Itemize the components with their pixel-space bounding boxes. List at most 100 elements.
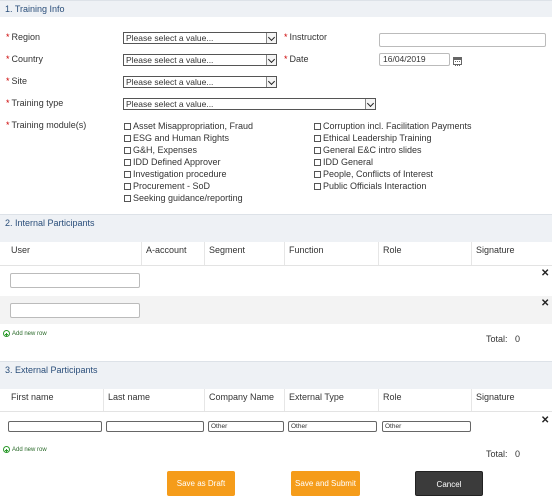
module-option[interactable]: Asset Misappropriation, Fraud (124, 121, 253, 131)
training-type-select-value: Please select a value... (126, 99, 214, 109)
internal-total: Total: 0 (486, 334, 520, 344)
site-select[interactable]: Please select a value... (123, 76, 277, 88)
date-label: * Date (284, 54, 309, 64)
column-divider (204, 242, 205, 265)
module-option[interactable]: Corruption incl. Facilitation Payments (314, 121, 472, 131)
close-icon[interactable]: ✕ (541, 298, 549, 309)
date-label-text: Date (289, 54, 309, 64)
module-option[interactable]: General E&C intro slides (314, 145, 422, 155)
instructor-input[interactable] (379, 33, 546, 47)
total-value: 0 (515, 334, 521, 344)
divider (0, 411, 552, 412)
column-divider (471, 242, 472, 265)
required-marker: * (284, 54, 288, 64)
module-option[interactable]: Investigation procedure (124, 169, 227, 179)
module-option-label: General E&C intro slides (323, 145, 422, 155)
required-marker: * (284, 32, 288, 42)
module-option[interactable]: ESG and Human Rights (124, 133, 229, 143)
role-input[interactable]: Other (382, 421, 471, 432)
checkbox[interactable] (124, 170, 131, 178)
column-divider (204, 389, 205, 411)
checkbox[interactable] (124, 182, 131, 190)
add-row-button[interactable]: Add new row (3, 330, 47, 337)
module-option[interactable]: IDD General (314, 157, 373, 167)
add-row-label: Add new row (12, 446, 47, 453)
training-type-label-text: Training type (11, 98, 64, 108)
module-option-label: Asset Misappropriation, Fraud (133, 121, 254, 131)
region-select-value: Please select a value... (126, 33, 214, 43)
checkbox[interactable] (314, 122, 321, 130)
column-divider (284, 242, 285, 265)
total-label: Total: (486, 449, 508, 459)
module-option[interactable]: People, Conflicts of Interest (314, 169, 433, 179)
required-marker: * (6, 120, 10, 130)
save-and-submit-button[interactable]: Save and Submit (291, 471, 360, 496)
column-divider (378, 389, 379, 411)
site-label: * Site (6, 76, 27, 86)
col-header-company-name: Company Name (209, 392, 275, 402)
region-label-text: Region (11, 32, 41, 42)
instructor-label: * Instructor (284, 32, 327, 42)
instructor-label-text: Instructor (289, 32, 328, 42)
add-row-button[interactable]: Add new row (3, 446, 47, 453)
section-internal-participants-header: 2. Internal Participants (0, 214, 552, 242)
site-select-value: Please select a value... (126, 77, 214, 87)
module-option-label: IDD General (323, 157, 374, 167)
col-header-last-name: Last name (108, 392, 151, 402)
checkbox[interactable] (314, 146, 321, 154)
first-name-input[interactable] (8, 421, 102, 432)
checkbox[interactable] (124, 122, 131, 130)
column-divider (141, 242, 142, 265)
checkbox[interactable] (124, 194, 131, 202)
close-icon[interactable]: ✕ (541, 268, 549, 279)
external-type-input[interactable]: Other (288, 421, 377, 432)
plus-icon (3, 446, 10, 453)
last-name-input[interactable] (106, 421, 204, 432)
col-header-role: Role (383, 245, 402, 255)
total-value: 0 (515, 449, 521, 459)
training-module-label-text: Training module(s) (11, 120, 87, 130)
checkbox[interactable] (314, 134, 321, 142)
user-input[interactable] (10, 303, 140, 318)
user-input[interactable] (10, 273, 140, 288)
column-divider (471, 389, 472, 411)
checkbox[interactable] (314, 158, 321, 166)
col-header-function: Function (289, 245, 324, 255)
module-option[interactable]: Public Officials Interaction (314, 181, 426, 191)
module-option[interactable]: Seeking guidance/reporting (124, 193, 243, 203)
section-external-participants-header: 3. External Participants (0, 361, 552, 389)
chevron-down-icon (266, 77, 276, 87)
checkbox[interactable] (314, 170, 321, 178)
checkbox[interactable] (124, 146, 131, 154)
country-select-value: Please select a value... (126, 55, 214, 65)
chevron-down-icon (365, 99, 375, 109)
add-row-label: Add new row (12, 330, 47, 337)
country-label-text: Country (11, 54, 44, 64)
required-marker: * (6, 98, 10, 108)
module-option[interactable]: G&H, Expenses (124, 145, 197, 155)
region-select[interactable]: Please select a value... (123, 32, 277, 44)
required-marker: * (6, 32, 10, 42)
date-input[interactable]: 16/04/2019 (379, 53, 450, 66)
country-select[interactable]: Please select a value... (123, 54, 277, 66)
calendar-icon[interactable] (453, 57, 462, 66)
checkbox[interactable] (124, 158, 131, 166)
cancel-button[interactable]: Cancel (415, 471, 483, 496)
checkbox[interactable] (314, 182, 321, 190)
module-option-label: IDD Defined Approver (133, 157, 221, 167)
column-divider (378, 242, 379, 265)
close-icon[interactable]: ✕ (541, 415, 549, 426)
module-option[interactable]: Ethical Leadership Training (314, 133, 432, 143)
module-option[interactable]: IDD Defined Approver (124, 157, 221, 167)
checkbox[interactable] (124, 134, 131, 142)
module-option[interactable]: Procurement - SoD (124, 181, 210, 191)
company-name-input[interactable]: Other (208, 421, 284, 432)
training-type-select[interactable]: Please select a value... (123, 98, 376, 110)
divider (0, 265, 552, 266)
col-header-segment: Segment (209, 245, 246, 255)
site-label-text: Site (11, 76, 28, 86)
save-as-draft-button[interactable]: Save as Draft (167, 471, 235, 496)
module-option-label: Investigation procedure (133, 169, 227, 179)
plus-icon (3, 330, 10, 337)
module-option-label: Ethical Leadership Training (323, 133, 432, 143)
